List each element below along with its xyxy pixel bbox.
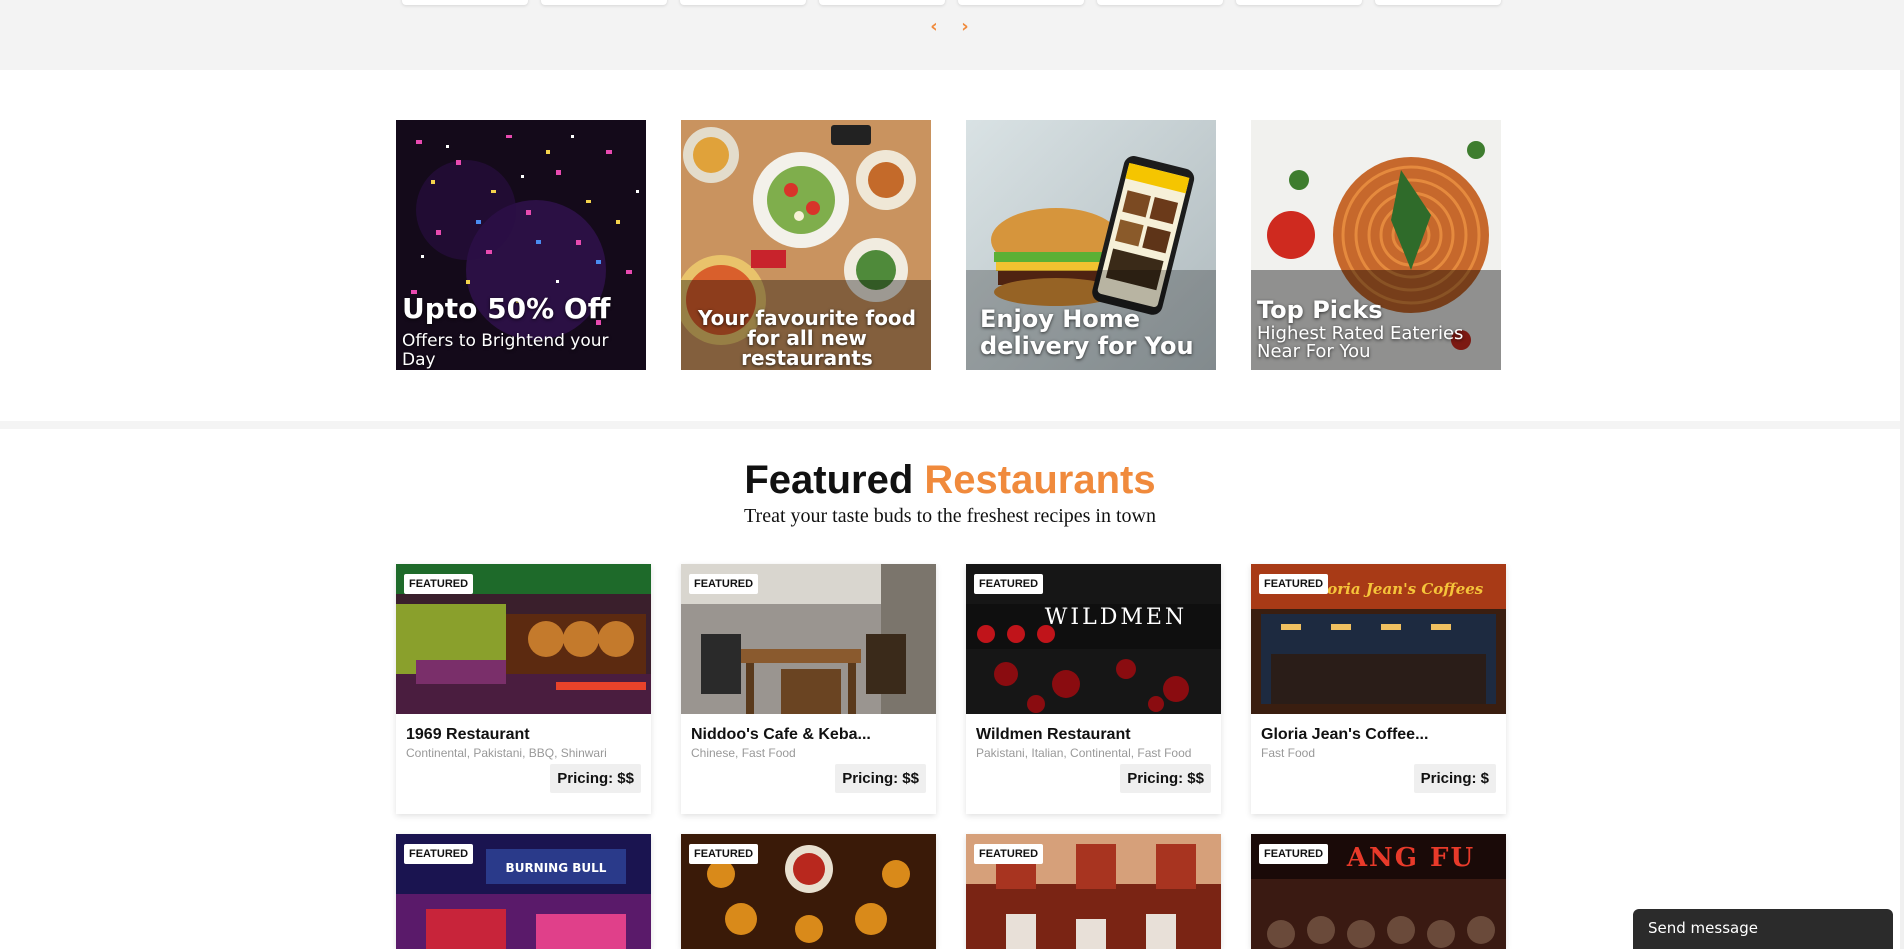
restaurant-cuisine: Chinese, Fast Food xyxy=(691,746,796,760)
promo-section: Upto 50% Off Offers to Brightend your Da… xyxy=(0,70,1904,421)
restaurant-card[interactable]: FEATURED Niddoo's Cafe & Keba... Chinese… xyxy=(681,564,936,814)
featured-badge: FEATURED xyxy=(974,844,1044,864)
page-scrollbar[interactable] xyxy=(1900,70,1904,949)
restaurant-card[interactable]: FEATURED 1969 Restaurant Continental, Pa… xyxy=(396,564,651,814)
restaurant-cuisine: Fast Food xyxy=(1261,746,1316,760)
category-card[interactable] xyxy=(1375,0,1501,5)
restaurant-name: Niddoo's Cafe & Keba... xyxy=(691,726,871,743)
send-message-label: Send message xyxy=(1648,919,1758,937)
send-message-widget[interactable]: Send message xyxy=(1633,909,1893,949)
restaurant-name: Gloria Jean's Coffee... xyxy=(1261,726,1429,743)
section-divider xyxy=(0,421,1904,429)
restaurant-card[interactable]: ANG FU FEATURED xyxy=(1251,834,1506,949)
promo-food-card[interactable]: Your favourite food for all new restaura… xyxy=(681,120,931,370)
restaurant-photo: BURNING BULL FEATURED xyxy=(396,834,651,949)
carousel-prev-icon[interactable]: ‹ xyxy=(923,16,945,38)
promo-top-picks-card[interactable]: Top Picks Highest Rated Eateries Near Fo… xyxy=(1251,120,1501,370)
featured-badge: FEATURED xyxy=(689,844,759,864)
category-card[interactable] xyxy=(680,0,806,5)
promo-title: Top Picks xyxy=(1257,296,1383,324)
burning-bull-sign-text: BURNING BULL xyxy=(506,861,607,875)
category-card[interactable] xyxy=(1236,0,1362,5)
restaurant-photo: WILDMEN FEATURED xyxy=(966,564,1221,714)
promo-delivery-card[interactable]: Enjoy Home delivery for You xyxy=(966,120,1216,370)
pricing-badge: Pricing: $$ xyxy=(550,764,641,793)
featured-badge: FEATURED xyxy=(1259,574,1329,594)
promo-subtitle: Highest Rated Eateries Near For You xyxy=(1257,323,1464,362)
restaurant-photo: Gloria Jean's Coffees FEATURED xyxy=(1251,564,1506,714)
featured-badge: FEATURED xyxy=(974,574,1044,594)
category-card[interactable] xyxy=(402,0,528,5)
featured-badge: FEATURED xyxy=(404,844,474,864)
gloria-jeans-sign-text: Gloria Jean's Coffees xyxy=(1309,580,1484,598)
restaurant-card[interactable]: FEATURED xyxy=(966,834,1221,949)
promo-title: Upto 50% Off xyxy=(402,292,611,325)
category-card[interactable] xyxy=(1097,0,1223,5)
promo-subtitle: Enjoy Home delivery for You xyxy=(980,305,1194,360)
wildmen-sign-text: WILDMEN xyxy=(1045,605,1187,630)
restaurant-name: Wildmen Restaurant xyxy=(976,726,1131,743)
kung-fu-sign-text: ANG FU xyxy=(1346,843,1475,873)
restaurant-card[interactable]: FEATURED xyxy=(681,834,936,949)
promo-subtitle: Offers to Brightend your Day xyxy=(402,331,609,370)
category-card[interactable] xyxy=(541,0,667,5)
promo-offers-card[interactable]: Upto 50% Off Offers to Brightend your Da… xyxy=(396,120,646,370)
restaurant-photo: ANG FU FEATURED xyxy=(1251,834,1506,949)
restaurant-card[interactable]: WILDMEN FEATURED Wildmen Restaurant Paki… xyxy=(966,564,1221,814)
restaurant-photo: FEATURED xyxy=(681,834,936,949)
pricing-badge: Pricing: $$ xyxy=(835,764,926,793)
restaurant-photo: FEATURED xyxy=(681,564,936,714)
restaurant-cuisine: Pakistani, Italian, Continental, Fast Fo… xyxy=(976,746,1192,760)
featured-badge: FEATURED xyxy=(404,574,474,594)
pricing-badge: Pricing: $$ xyxy=(1120,764,1211,793)
featured-subtitle: Treat your taste buds to the freshest re… xyxy=(744,505,1156,527)
restaurant-photo: FEATURED xyxy=(966,834,1221,949)
restaurant-photo: FEATURED xyxy=(396,564,651,714)
featured-title-plain: Featured xyxy=(744,458,914,502)
featured-badge: FEATURED xyxy=(1259,844,1329,864)
promo-subtitle: Your favourite food for all new restaura… xyxy=(698,306,916,370)
category-card[interactable] xyxy=(819,0,945,5)
restaurant-card[interactable]: BURNING BULL FEATURED xyxy=(396,834,651,949)
featured-title: Featured Restaurants xyxy=(0,458,1900,503)
category-carousel: ‹ › xyxy=(0,0,1904,70)
category-card[interactable] xyxy=(958,0,1084,5)
featured-title-accent: Restaurants xyxy=(924,458,1156,502)
featured-badge: FEATURED xyxy=(689,574,759,594)
restaurant-name: 1969 Restaurant xyxy=(406,726,530,743)
restaurant-card[interactable]: Gloria Jean's Coffees FEATURED Gloria Je… xyxy=(1251,564,1506,814)
carousel-next-icon[interactable]: › xyxy=(954,16,976,38)
pricing-badge: Pricing: $ xyxy=(1413,764,1496,793)
restaurant-cuisine: Continental, Pakistani, BBQ, Shinwari xyxy=(406,746,607,760)
